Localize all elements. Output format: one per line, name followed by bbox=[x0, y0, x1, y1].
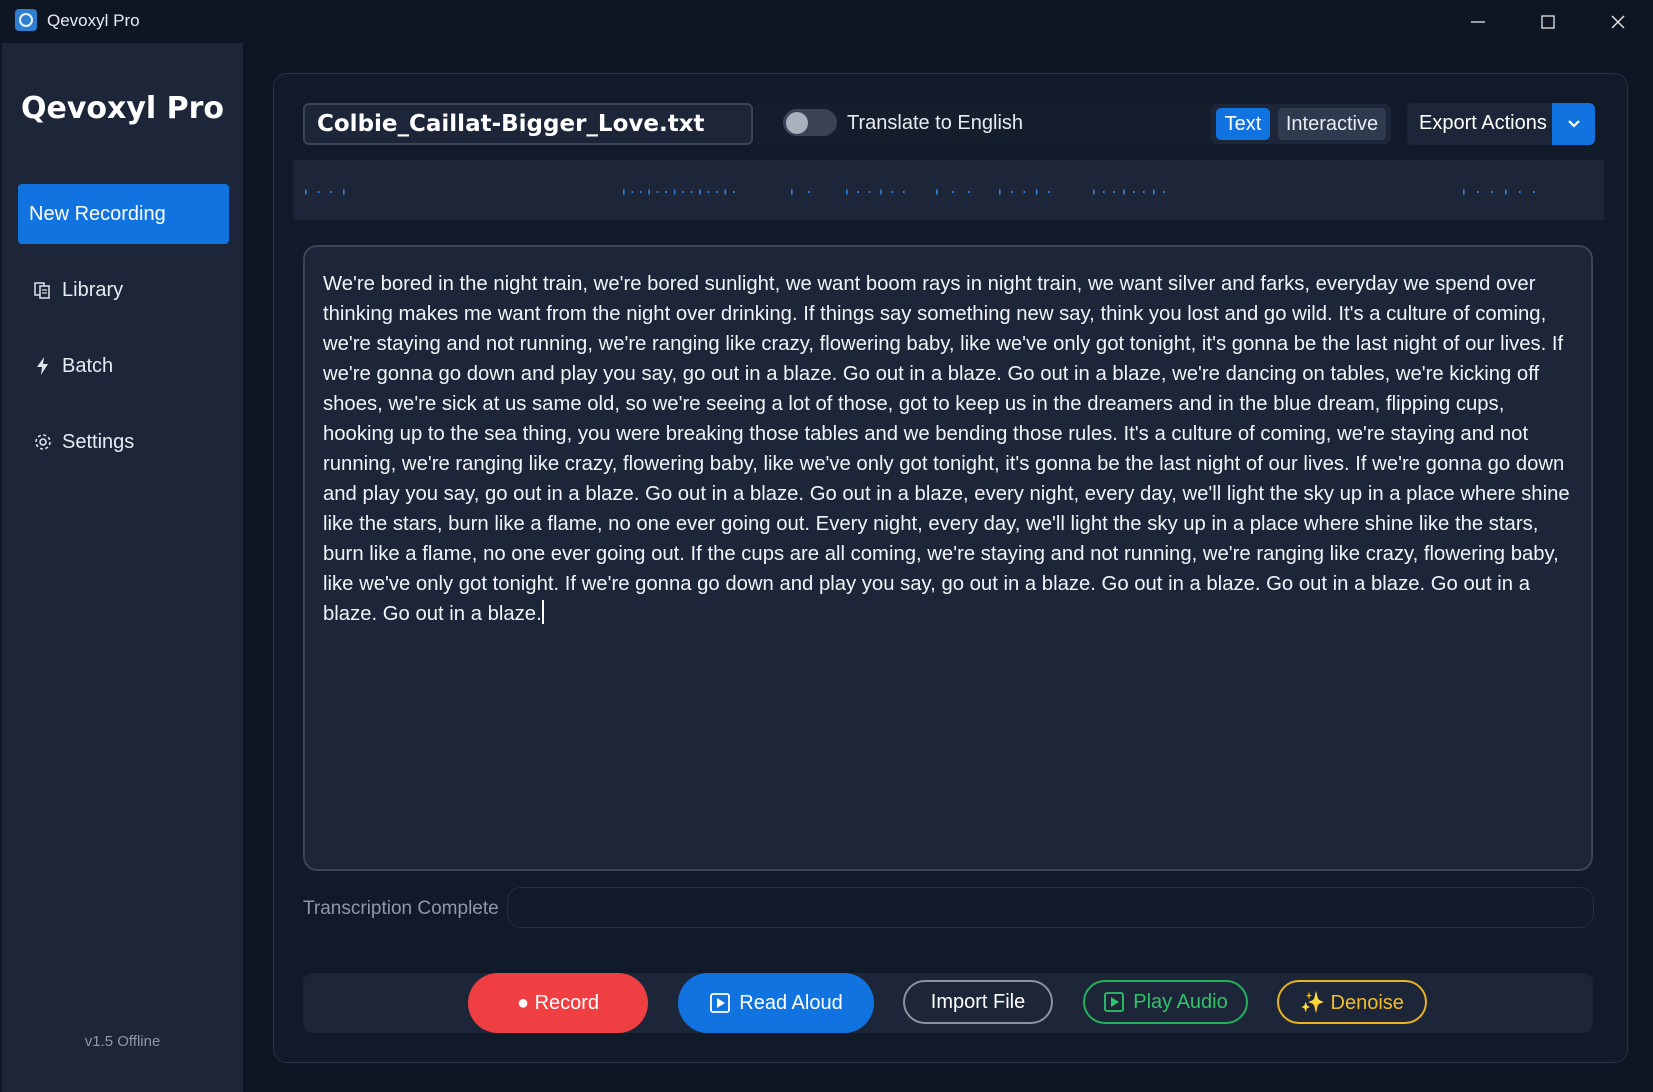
waveform-tick bbox=[716, 191, 718, 193]
waveform-tick bbox=[808, 191, 810, 193]
waveform-tick bbox=[1011, 191, 1013, 193]
transcript-text: We're bored in the night train, we're bo… bbox=[323, 273, 1570, 625]
waveform-tick bbox=[1463, 189, 1465, 195]
waveform-tick bbox=[968, 191, 970, 193]
waveform-tick bbox=[891, 191, 894, 193]
sidebar-item-library[interactable]: Library bbox=[18, 260, 229, 320]
record-label: ● Record bbox=[516, 991, 600, 1014]
read-aloud-label: Read Aloud bbox=[739, 991, 843, 1014]
tab-interactive[interactable]: Interactive bbox=[1278, 108, 1386, 140]
waveform-tick bbox=[1133, 191, 1135, 193]
filename-input[interactable]: Colbie_Caillat-Bigger_Love.txt bbox=[303, 103, 753, 145]
waveform-tick bbox=[724, 189, 727, 195]
waveform-tick bbox=[631, 191, 634, 193]
waveform-tick bbox=[903, 191, 905, 193]
read-aloud-button[interactable]: Read Aloud bbox=[678, 973, 874, 1033]
waveform-tick bbox=[707, 191, 710, 193]
maximize-button[interactable] bbox=[1518, 0, 1578, 43]
status-label: Transcription Complete bbox=[303, 898, 499, 919]
app-icon bbox=[15, 9, 37, 31]
waveform-tick bbox=[305, 189, 307, 195]
waveform-tick bbox=[1023, 191, 1026, 193]
waveform-display[interactable] bbox=[293, 160, 1604, 220]
waveform-tick bbox=[880, 189, 882, 195]
translate-toggle[interactable] bbox=[783, 109, 837, 136]
waveform-tick bbox=[1035, 189, 1038, 195]
waveform-tick bbox=[1093, 189, 1095, 195]
version-label: v1.5 Offline bbox=[84, 1033, 161, 1050]
waveform-tick bbox=[1505, 189, 1507, 195]
text-cursor bbox=[541, 600, 544, 624]
waveform-tick bbox=[1113, 191, 1115, 193]
sidebar-item-settings[interactable]: Settings bbox=[18, 412, 229, 472]
waveform-tick bbox=[999, 189, 1001, 195]
sidebar-item-label: Batch bbox=[62, 354, 114, 377]
waveform-tick bbox=[791, 189, 793, 195]
minimize-button[interactable] bbox=[1448, 0, 1508, 43]
waveform-graphic bbox=[305, 189, 1535, 195]
waveform-tick bbox=[330, 191, 332, 193]
title-bar: Qevoxyl Pro bbox=[0, 0, 1653, 43]
play-audio-label: Play Audio bbox=[1133, 990, 1228, 1013]
sidebar: Qevoxyl Pro New Recording Library Batch … bbox=[2, 43, 243, 1092]
waveform-tick bbox=[952, 191, 954, 193]
waveform-tick bbox=[699, 189, 701, 195]
denoise-button[interactable]: ✨ Denoise bbox=[1277, 980, 1427, 1024]
waveform-tick bbox=[673, 189, 676, 195]
brand-title: Qevoxyl Pro bbox=[20, 91, 225, 126]
import-file-button[interactable]: Import File bbox=[903, 980, 1053, 1024]
close-icon bbox=[1611, 15, 1625, 28]
window-title: Qevoxyl Pro bbox=[47, 11, 140, 30]
tab-text[interactable]: Text bbox=[1216, 108, 1270, 140]
sidebar-item-label: Library bbox=[62, 278, 124, 301]
export-actions-label: Export Actions bbox=[1419, 112, 1547, 134]
translate-label: Translate to English bbox=[847, 112, 1024, 134]
sidebar-item-label: New Recording bbox=[29, 202, 166, 225]
waveform-tick bbox=[846, 189, 848, 195]
waveform-tick bbox=[1123, 189, 1125, 195]
waveform-tick bbox=[857, 191, 859, 193]
import-file-label: Import File bbox=[930, 990, 1026, 1013]
sidebar-item-batch[interactable]: Batch bbox=[18, 336, 229, 396]
waveform-tick bbox=[1163, 191, 1165, 193]
export-dropdown-button[interactable] bbox=[1552, 103, 1595, 145]
waveform-tick bbox=[1533, 191, 1535, 193]
waveform-tick bbox=[733, 191, 735, 193]
minimize-icon bbox=[1471, 20, 1485, 23]
play-square-icon bbox=[710, 993, 731, 1013]
waveform-tick bbox=[648, 189, 650, 195]
waveform-tick bbox=[936, 189, 938, 195]
waveform-tick bbox=[665, 191, 667, 193]
chevron-down-icon bbox=[1567, 120, 1580, 128]
waveform-tick bbox=[682, 191, 684, 193]
transcript-textarea[interactable]: We're bored in the night train, we're bo… bbox=[303, 245, 1593, 871]
waveform-tick bbox=[1477, 191, 1479, 193]
waveform-tick bbox=[1519, 191, 1521, 193]
sidebar-item-label: Settings bbox=[62, 430, 135, 453]
sidebar-item-new-recording[interactable]: New Recording bbox=[18, 184, 229, 244]
waveform-tick bbox=[1143, 191, 1145, 193]
close-button[interactable] bbox=[1588, 0, 1648, 43]
record-button[interactable]: ● Record bbox=[468, 973, 648, 1033]
play-audio-button[interactable]: Play Audio bbox=[1083, 980, 1248, 1024]
waveform-tick bbox=[639, 191, 642, 193]
waveform-tick bbox=[1491, 191, 1493, 193]
waveform-tick bbox=[656, 191, 659, 193]
waveform-tick bbox=[1153, 189, 1155, 195]
play-square-icon bbox=[1104, 992, 1125, 1012]
waveform-tick bbox=[1103, 191, 1105, 193]
waveform-tick bbox=[690, 191, 693, 193]
gear-icon bbox=[32, 431, 54, 453]
toggle-knob bbox=[786, 112, 808, 134]
maximize-icon bbox=[1541, 14, 1555, 29]
progress-bar bbox=[507, 887, 1594, 928]
waveform-tick bbox=[317, 191, 320, 193]
waveform-tick bbox=[623, 189, 625, 195]
waveform-tick bbox=[868, 191, 871, 193]
waveform-tick bbox=[1048, 191, 1050, 193]
lightning-icon bbox=[32, 355, 54, 377]
library-icon bbox=[32, 279, 54, 301]
denoise-label: ✨ Denoise bbox=[1300, 991, 1404, 1014]
waveform-tick bbox=[343, 189, 345, 195]
